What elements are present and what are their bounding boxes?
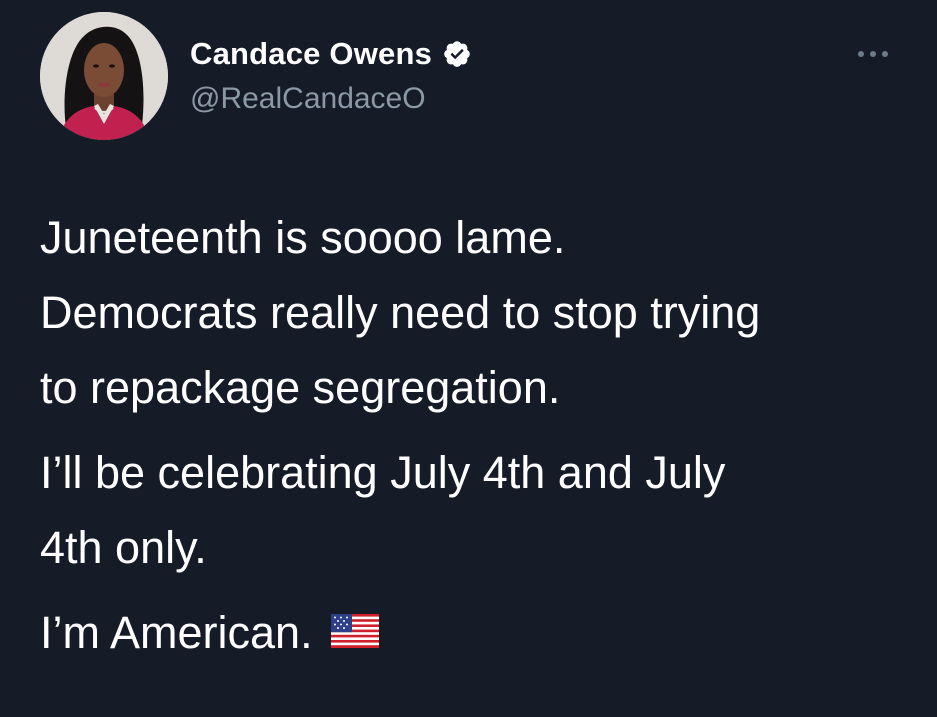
tweet-paragraph-3: I’m American. — [40, 595, 920, 674]
more-options-button[interactable] — [848, 34, 898, 74]
tweet-line: Democrats really need to stop trying — [40, 287, 761, 338]
tweet-line: Juneteenth is soooo lame. — [40, 212, 566, 263]
tweet-paragraph-2: I’ll be celebrating July 4th and July 4t… — [40, 435, 920, 585]
author-name-row: Candace Owens — [190, 36, 472, 72]
tweet-line: 4th only. — [40, 522, 207, 573]
tweet-line: to repackage segregation. — [40, 362, 561, 413]
us-flag-emoji — [331, 595, 380, 670]
profile-photo — [40, 12, 168, 140]
author-handle[interactable]: @RealCandaceO — [190, 82, 426, 116]
tweet-text: Juneteenth is soooo lame. Democrats real… — [40, 200, 920, 684]
tweet-line: I’m American. — [40, 607, 313, 658]
author-display-name[interactable]: Candace Owens — [190, 36, 432, 72]
tweet-card: Candace Owens @RealCandaceO Juneteenth i… — [0, 0, 937, 717]
avatar[interactable] — [40, 12, 168, 140]
verified-badge-icon — [442, 39, 472, 69]
more-horizontal-icon — [858, 51, 888, 57]
tweet-paragraph-1: Juneteenth is soooo lame. Democrats real… — [40, 200, 920, 425]
tweet-line: I’ll be celebrating July 4th and July — [40, 447, 726, 498]
